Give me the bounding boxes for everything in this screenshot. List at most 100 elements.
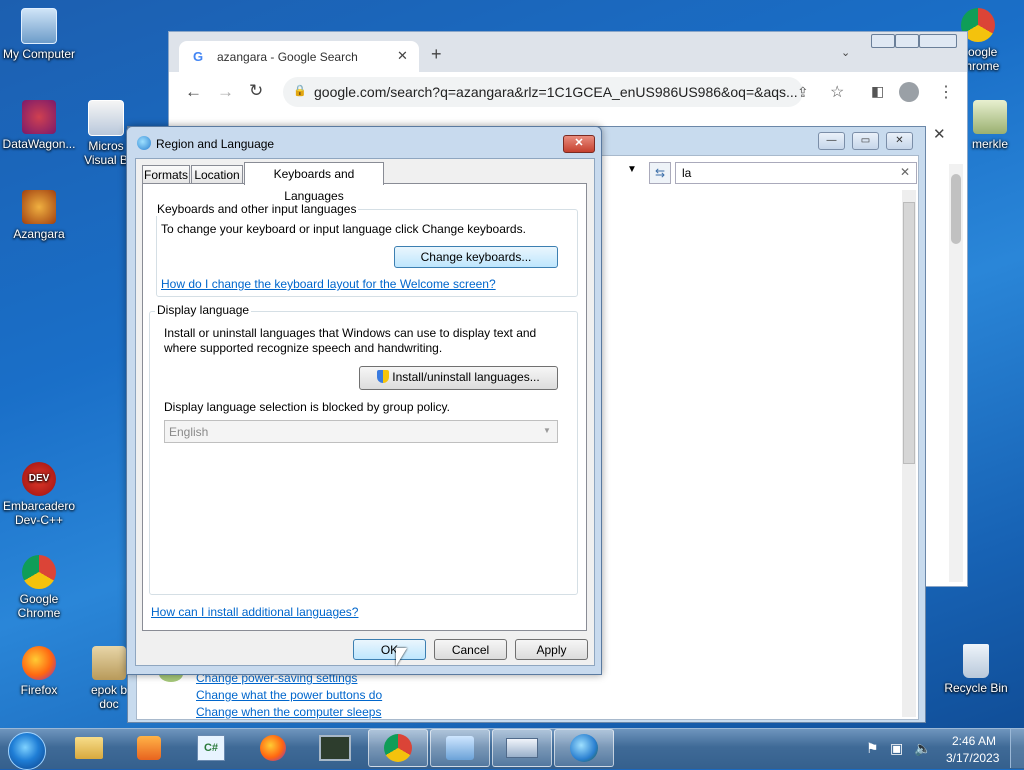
scrollbar-thumb[interactable] (951, 174, 961, 244)
side-panel-icon[interactable]: ◧ (871, 83, 884, 100)
desktop-icon-label: Google Chrome (17, 592, 61, 620)
share-icon[interactable]: ⇪ (797, 84, 809, 101)
back-icon[interactable]: ← (185, 82, 202, 102)
tab-search-icon[interactable]: ⌄ (841, 46, 850, 59)
uac-shield-icon (377, 370, 390, 383)
tab-keyboards-and-languages[interactable]: Keyboards and Languages (244, 162, 384, 203)
close-tab-icon[interactable]: ✕ (397, 48, 408, 64)
refresh-button[interactable]: ⇆ (649, 162, 671, 184)
tab-label: Keyboards and Languages (273, 167, 355, 203)
lock-icon: 🔒 (293, 85, 307, 97)
scrollbar-thumb[interactable] (903, 202, 915, 464)
dialog-title: Region and Language (156, 137, 275, 151)
tab-formats[interactable]: Formats (142, 165, 190, 184)
minimize-button[interactable]: — (818, 132, 845, 150)
tab-label: Formats (143, 168, 188, 182)
taskbar-keyboard[interactable] (492, 729, 552, 767)
taskbar-chrome[interactable] (368, 729, 428, 767)
firefox-icon (260, 735, 286, 761)
close-button[interactable]: ✕ (886, 132, 913, 150)
apply-button[interactable]: Apply (515, 639, 588, 660)
close-panel-icon[interactable]: ✕ (933, 125, 946, 143)
media-player-icon (137, 736, 161, 760)
tab-location[interactable]: Location (191, 165, 243, 184)
ok-button[interactable]: OK (353, 639, 426, 660)
search-box[interactable]: la ✕ (675, 162, 917, 184)
maximize-button[interactable] (895, 34, 919, 48)
desktop-icon-label: My Computer (2, 47, 76, 61)
search-input[interactable]: la (682, 166, 691, 180)
cancel-button[interactable]: Cancel (434, 639, 507, 660)
azangara-icon (22, 190, 56, 224)
region-language-dialog[interactable]: Region and Language ✕ Formats Location K… (126, 126, 602, 675)
install-additional-languages-link[interactable]: How can I install additional languages? (151, 605, 358, 619)
desktop-icon-label: merkle (971, 137, 1008, 151)
taskbar-media-player[interactable] (120, 730, 178, 766)
install-uninstall-languages-button[interactable]: Install/uninstall languages... (359, 366, 558, 390)
desktop-icon-label: DataWagon... (2, 137, 76, 151)
desktop-icon-label: Embarcadero Dev-C++ (2, 499, 76, 527)
desktop-icon-recycle-bin[interactable]: Recycle Bin (940, 644, 1012, 695)
clock-time[interactable]: 2:46 AM (952, 734, 996, 748)
taskbar-task-manager[interactable] (306, 730, 364, 766)
taskbar-csharp[interactable]: C# (182, 730, 240, 766)
mouse-cursor-icon (396, 648, 407, 666)
show-desktop-button[interactable] (1010, 729, 1024, 768)
new-tab-icon[interactable]: + (431, 44, 442, 65)
network-icon[interactable]: ▣ (890, 740, 903, 757)
minimize-button[interactable] (871, 34, 895, 48)
dropdown-arrow-icon: ▼ (543, 426, 551, 435)
start-button[interactable] (8, 732, 46, 770)
dialog-body: Formats Location Keyboards and Languages… (135, 158, 595, 666)
taskbar-explorer[interactable] (60, 730, 118, 766)
desktop-icon-google-chrome[interactable]: Google Chrome (2, 555, 76, 620)
recycle-bin-icon (963, 644, 989, 678)
keyboard-icon (506, 738, 538, 758)
clock-date[interactable]: 3/17/2023 (946, 751, 999, 765)
reload-icon[interactable]: ↻ (249, 81, 263, 101)
dropdown-arrow-icon[interactable]: ▼ (627, 164, 637, 175)
selected-language: English (169, 425, 209, 439)
desktop-icon-azangara[interactable]: Azangara (2, 190, 76, 241)
close-button[interactable] (919, 34, 957, 48)
bookmark-star-icon[interactable]: ☆ (830, 82, 844, 102)
tab-title: azangara - Google Search (217, 50, 358, 64)
desktop-icon-label: Micros Visual B (84, 139, 128, 167)
desktop-icon-devcpp[interactable]: DEV Embarcadero Dev-C++ (2, 462, 76, 527)
vertical-scrollbar[interactable] (902, 190, 916, 717)
desktop-icon-my-computer[interactable]: My Computer (2, 8, 76, 61)
close-button[interactable]: ✕ (563, 135, 595, 153)
merkle-icon (973, 100, 1007, 134)
link-power-buttons[interactable]: Change what the power buttons do (196, 688, 382, 702)
clear-search-icon[interactable]: ✕ (900, 165, 910, 179)
scrollbar[interactable] (949, 164, 963, 582)
menu-icon[interactable]: ⋮ (938, 82, 954, 102)
tab-label: Location (194, 168, 240, 182)
desktop-icon-label: Firefox (20, 683, 58, 697)
profile-avatar[interactable] (899, 82, 919, 102)
change-keyboards-button[interactable]: Change keyboards... (394, 246, 558, 268)
display-language-desc-2: where supported recognize speech and han… (164, 341, 443, 355)
taskbar-region-language[interactable] (554, 729, 614, 767)
welcome-screen-keyboard-link[interactable]: How do I change the keyboard layout for … (161, 277, 496, 291)
globe-clock-icon (570, 734, 598, 762)
maximize-button[interactable]: ▭ (852, 132, 879, 150)
volume-icon[interactable]: 🔈 (914, 740, 931, 757)
visual-basic-icon (88, 100, 124, 136)
forward-icon[interactable]: → (217, 82, 234, 102)
display-language-select[interactable]: English ▼ (164, 420, 558, 443)
address-bar[interactable]: 🔒 google.com/search?q=azangara&rlz=1C1GC… (283, 77, 803, 107)
taskbar-control-panel[interactable] (430, 729, 490, 767)
taskbar-firefox[interactable] (244, 730, 302, 766)
desktop-icon-merkle[interactable]: merkle (962, 100, 1018, 151)
chrome-tab[interactable]: G azangara - Google Search ✕ (179, 41, 419, 72)
desktop-icon-datawagon[interactable]: DataWagon... (2, 100, 76, 151)
control-panel-icon (446, 736, 474, 760)
computer-icon (21, 8, 57, 44)
link-computer-sleeps[interactable]: Change when the computer sleeps (196, 705, 381, 719)
google-favicon-icon: G (193, 49, 204, 64)
url-text: google.com/search?q=azangara&rlz=1C1GCEA… (314, 84, 798, 100)
desktop-icon-firefox[interactable]: Firefox (2, 646, 76, 697)
display-language-desc-1: Install or uninstall languages that Wind… (164, 326, 537, 340)
action-center-flag-icon[interactable]: ⚑ (866, 740, 879, 757)
